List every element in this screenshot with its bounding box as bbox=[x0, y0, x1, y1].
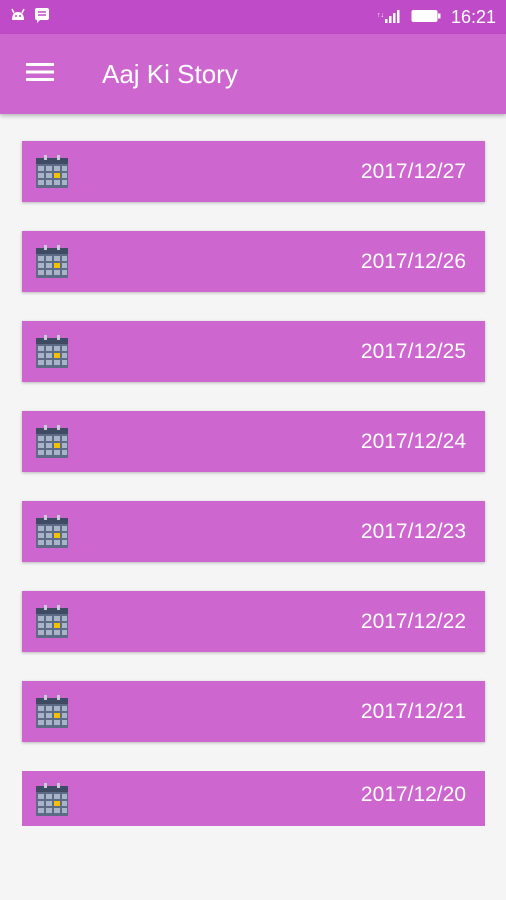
story-list-item[interactable]: 2017/12/22 bbox=[22, 591, 485, 652]
status-system: ↑↓ 16:21 bbox=[377, 7, 496, 28]
calendar-icon bbox=[35, 604, 69, 639]
calendar-icon bbox=[35, 244, 69, 279]
story-date: 2017/12/22 bbox=[360, 609, 466, 633]
story-date: 2017/12/25 bbox=[360, 339, 466, 363]
app-title: Aaj Ki Story bbox=[102, 58, 238, 89]
message-notification-icon bbox=[34, 7, 50, 28]
story-date: 2017/12/20 bbox=[360, 783, 466, 806]
status-notifications bbox=[10, 7, 50, 28]
status-bar: ↑↓ 16:21 bbox=[0, 0, 506, 34]
story-date: 2017/12/23 bbox=[360, 519, 466, 543]
calendar-icon bbox=[35, 424, 69, 459]
hamburger-menu-icon bbox=[26, 61, 54, 88]
signal-icon: ↑↓ bbox=[377, 7, 401, 28]
calendar-icon bbox=[35, 334, 69, 369]
calendar-icon bbox=[35, 514, 69, 549]
story-list-item[interactable]: 2017/12/23 bbox=[22, 501, 485, 562]
story-list-item[interactable]: 2017/12/21 bbox=[22, 681, 485, 742]
story-date: 2017/12/21 bbox=[360, 699, 466, 723]
battery-icon bbox=[411, 7, 441, 28]
app-bar: Aaj Ki Story bbox=[0, 34, 506, 114]
story-list-item[interactable]: 2017/12/26 bbox=[22, 231, 485, 292]
calendar-icon bbox=[35, 783, 69, 817]
svg-text:↑↓: ↑↓ bbox=[377, 12, 384, 19]
android-notification-icon bbox=[10, 8, 26, 27]
story-date: 2017/12/26 bbox=[360, 249, 466, 273]
story-list-item[interactable]: 2017/12/25 bbox=[22, 321, 485, 382]
story-list-item[interactable]: 2017/12/24 bbox=[22, 411, 485, 472]
calendar-icon bbox=[35, 694, 69, 729]
calendar-icon bbox=[35, 154, 69, 189]
story-date: 2017/12/27 bbox=[360, 159, 466, 183]
status-time: 16:21 bbox=[450, 6, 496, 27]
story-date: 2017/12/24 bbox=[360, 429, 466, 453]
menu-button[interactable] bbox=[20, 54, 60, 94]
story-list-item[interactable]: 2017/12/20 bbox=[22, 771, 485, 826]
story-list-item[interactable]: 2017/12/27 bbox=[22, 141, 485, 202]
